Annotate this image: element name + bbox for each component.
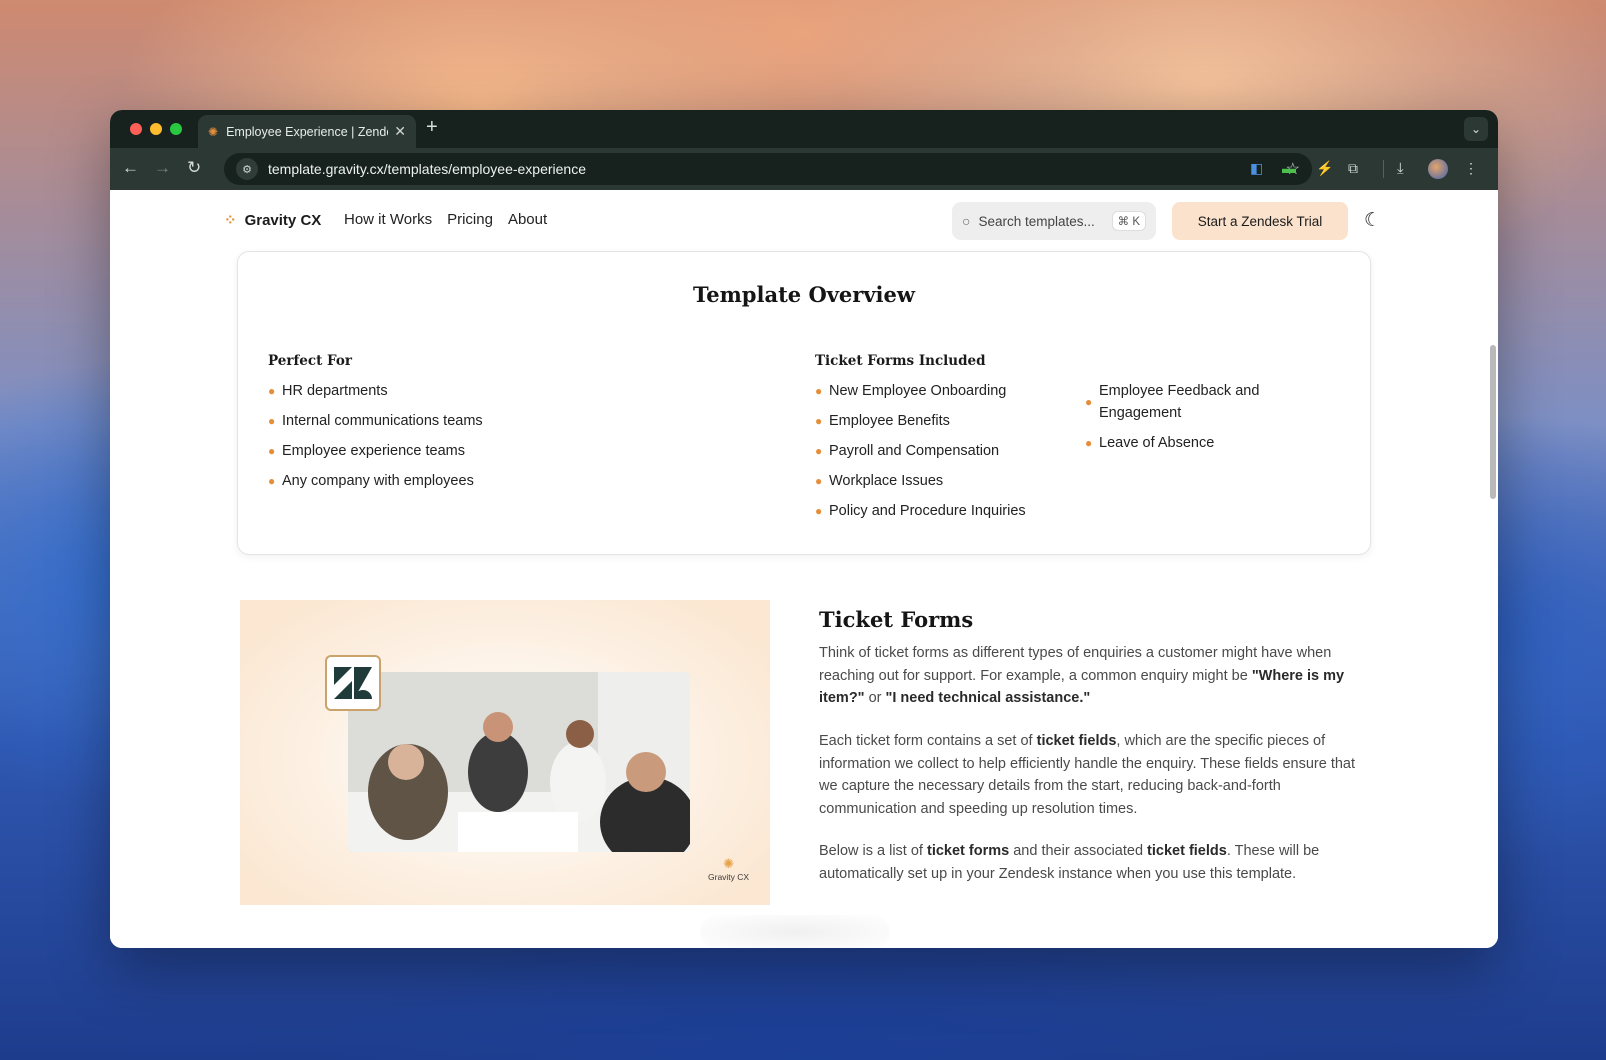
list-item: ● Employee Feedback and Engagement <box>1085 383 1260 421</box>
watermark-text: Gravity CX <box>708 872 750 882</box>
forms-list-col2: ● Employee Feedback and Engagement ● Leave… <box>1085 380 1295 462</box>
bullet-icon: ● <box>1085 395 1093 409</box>
nav-pricing[interactable]: Pricing <box>447 211 493 228</box>
extension-bolt-icon[interactable]: ⚡ <box>1316 160 1333 177</box>
gravity-logo-icon: ⁘ <box>224 212 237 229</box>
minimize-window-button[interactable] <box>150 123 162 135</box>
team-high-five-photo <box>348 672 690 852</box>
zendesk-z-icon <box>334 667 372 699</box>
bullet-icon: ● <box>815 384 823 398</box>
bullet-icon: ● <box>268 414 276 428</box>
window-controls <box>130 123 182 135</box>
toolbar-divider <box>1383 160 1384 178</box>
bullet-icon: ● <box>815 444 823 458</box>
extension-green-icon[interactable]: ▬ <box>1282 160 1296 176</box>
bullet-icon: ● <box>815 474 823 488</box>
back-arrow-icon[interactable]: ← <box>122 158 139 178</box>
search-shortcut-badge: ⌘ K <box>1111 211 1146 231</box>
overview-title: Template Overview <box>693 282 915 307</box>
main-nav: How it Works Pricing About <box>344 211 547 228</box>
bullet-icon: ● <box>1085 436 1093 450</box>
reload-icon[interactable]: ↻ <box>187 158 201 178</box>
bullet-icon: ● <box>815 414 823 428</box>
forms-list-col1: ● New Employee Onboarding ● Employee Benef… <box>815 380 1065 530</box>
more-menu-icon[interactable]: ⋮ <box>1464 160 1478 177</box>
list-item: ● Policy and Procedure Inquiries <box>815 500 1065 522</box>
url-text[interactable]: template.gravity.cx/templates/employee-e… <box>268 161 1286 177</box>
new-tab-button[interactable]: + <box>426 116 438 139</box>
list-item: ● Workplace Issues <box>815 470 1065 492</box>
template-overview-card: Template Overview Perfect For ● HR depart… <box>237 251 1371 555</box>
list-item: ● Internal communications teams <box>268 410 483 432</box>
close-tab-icon[interactable]: ✕ <box>394 123 406 140</box>
bullet-icon: ● <box>268 384 276 398</box>
browser-toolbar: ← → ↻ ⚙ template.gravity.cx/templates/em… <box>110 148 1498 190</box>
gravity-logo-icon: ✺ <box>723 856 734 871</box>
bullet-icon: ● <box>268 474 276 488</box>
list-item: ● HR departments <box>268 380 483 402</box>
page-content: ⁘ Gravity CX How it Works Pricing About … <box>110 190 1498 948</box>
ticket-forms-intro: Think of ticket forms as different types… <box>819 645 1345 706</box>
site-info-icon[interactable]: ⚙ <box>236 158 258 180</box>
ticket-forms-title: Ticket Forms <box>819 607 974 632</box>
site-header: ⁘ Gravity CX How it Works Pricing About … <box>110 190 1498 250</box>
list-item: ● Any company with employees <box>268 470 483 492</box>
forward-arrow-icon[interactable]: → <box>154 158 171 178</box>
page-scrollbar[interactable] <box>1490 345 1496 499</box>
ticket-fields-explanation: Each ticket form contains a set of ticke… <box>819 733 1356 817</box>
list-item: ● Employee Benefits <box>815 410 1065 432</box>
address-bar[interactable]: ⚙ template.gravity.cx/templates/employee… <box>224 153 1312 185</box>
search-templates-button[interactable]: ○ Search templates... ⌘ K <box>952 202 1156 240</box>
dark-mode-moon-icon[interactable]: ☾ <box>1364 209 1381 232</box>
brand-name: Gravity CX <box>244 211 322 229</box>
download-icon[interactable]: ⤓ <box>1397 160 1404 177</box>
tab-employee-experience[interactable]: ✺ Employee Experience | Zende ✕ <box>198 115 416 148</box>
list-item: ● Leave of Absence <box>1085 432 1295 454</box>
tab-title: Employee Experience | Zende <box>226 124 389 139</box>
perfect-for-heading: Perfect For <box>268 353 353 369</box>
maximize-window-button[interactable] <box>170 123 182 135</box>
start-trial-button[interactable]: Start a Zendesk Trial <box>1172 202 1348 240</box>
list-item: ● Payroll and Compensation <box>815 440 1065 462</box>
nav-how-it-works[interactable]: How it Works <box>344 211 432 228</box>
bullet-icon: ● <box>268 444 276 458</box>
profile-avatar[interactable] <box>1428 159 1448 179</box>
close-window-button[interactable] <box>130 123 142 135</box>
list-item: ● New Employee Onboarding <box>815 380 1065 402</box>
extension-k-icon[interactable]: ◧ <box>1250 160 1263 177</box>
perfect-for-list: ● HR departments ● Internal communications… <box>268 380 483 500</box>
gravity-favicon-icon: ✺ <box>208 124 219 139</box>
search-icon: ○ <box>962 213 971 229</box>
list-item: ● Employee experience teams <box>268 440 483 462</box>
brand-logo[interactable]: ⁘ Gravity CX <box>224 211 322 230</box>
tab-strip: ✺ Employee Experience | Zende ✕ + ⌄ <box>110 110 1498 148</box>
zendesk-logo-icon <box>325 655 381 711</box>
ticket-forms-image: ✺ Gravity CX <box>240 600 770 905</box>
tab-search-chevron-icon[interactable]: ⌄ <box>1464 117 1488 141</box>
team-photo-illustration <box>348 672 690 852</box>
extensions-puzzle-icon[interactable]: ⧉ <box>1348 160 1358 177</box>
gravity-cx-watermark: ✺ Gravity CX <box>708 856 749 882</box>
bullet-icon: ● <box>815 504 823 518</box>
nav-about[interactable]: About <box>508 211 547 228</box>
ticket-forms-list-intro: Below is a list of ticket forms and thei… <box>819 843 1320 882</box>
search-placeholder: Search templates... <box>978 213 1095 229</box>
forms-included-heading: Ticket Forms Included <box>815 353 986 369</box>
browser-window: ✺ Employee Experience | Zende ✕ + ⌄ ← → … <box>110 110 1498 948</box>
bottom-shadow <box>700 915 890 948</box>
